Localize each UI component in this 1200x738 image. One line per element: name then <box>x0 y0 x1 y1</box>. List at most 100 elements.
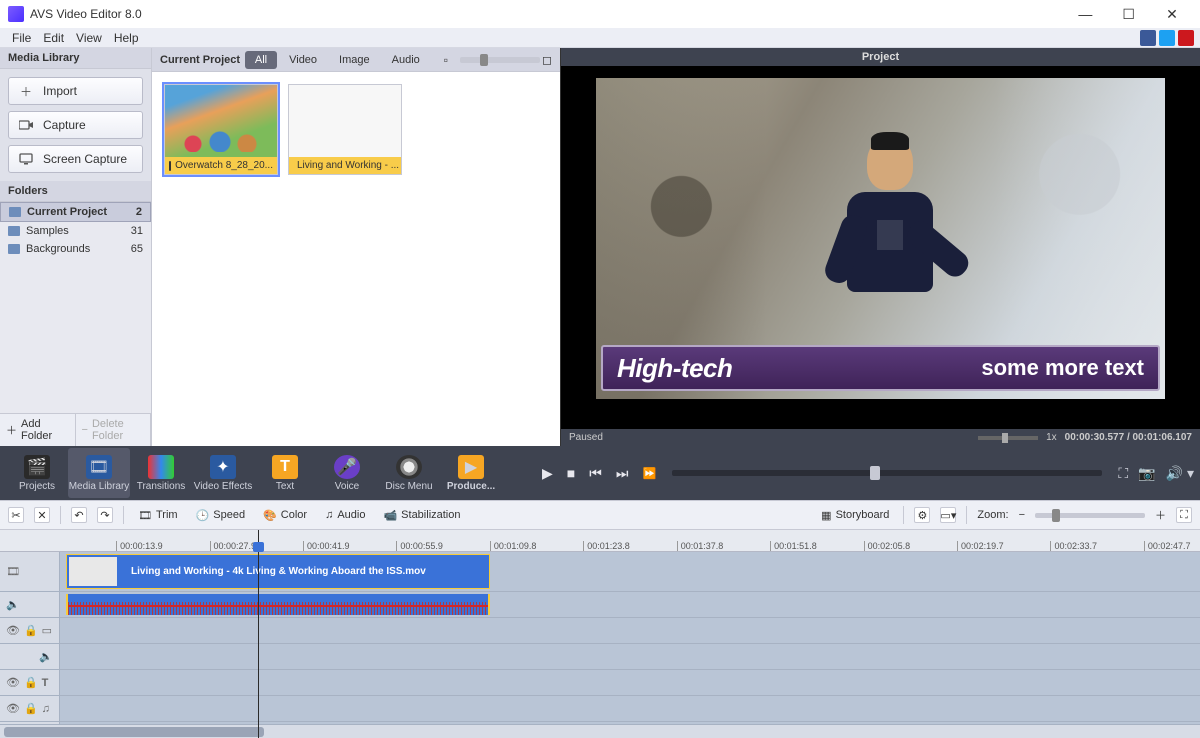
trim-icon: 🎞 <box>138 509 152 522</box>
video-track[interactable]: 🎞 Living and Working - 4k Living & Worki… <box>0 552 1200 592</box>
snapshot-icon[interactable]: 📷 <box>1138 465 1155 482</box>
thumbnail-image <box>165 85 277 157</box>
folder-backgrounds[interactable]: Backgrounds 65 <box>0 240 151 258</box>
stabilization-button[interactable]: 📹Stabilization <box>379 507 464 524</box>
menu-help[interactable]: Help <box>108 31 145 45</box>
ruler-tick: 00:01:09.8 <box>490 541 537 551</box>
menu-view[interactable]: View <box>70 31 108 45</box>
music-track[interactable]: 👁🔒♫ <box>0 696 1200 722</box>
eye-icon[interactable]: 👁 <box>6 676 20 689</box>
media-library-button[interactable]: 🎞Media Library <box>68 448 130 498</box>
ruler-tick: 00:01:23.8 <box>583 541 630 551</box>
play-button[interactable]: ▶ <box>542 465 553 482</box>
zoom-in-icon[interactable]: ＋ <box>1155 507 1166 523</box>
color-button[interactable]: 🎨Color <box>259 507 311 524</box>
folder-samples[interactable]: Samples 31 <box>0 222 151 240</box>
twitter-icon[interactable] <box>1159 30 1175 46</box>
lock-icon[interactable]: 🔒 <box>24 702 38 715</box>
video-effects-button[interactable]: ✦Video Effects <box>192 448 254 498</box>
zoom-slider[interactable] <box>1035 513 1145 518</box>
timeline-scrollbar[interactable] <box>0 724 1200 738</box>
speaker-icon: 🔈 <box>6 598 20 611</box>
overlay-audio-track[interactable]: 🔈 <box>0 644 1200 670</box>
folder-current-project[interactable]: Current Project 2 <box>0 202 151 222</box>
next-button[interactable]: ⏭ <box>616 465 629 482</box>
ruler-tick: 00:00:27.9 <box>210 541 257 551</box>
music-note-icon: ♫ <box>325 509 333 521</box>
projects-button[interactable]: 🎬Projects <box>6 448 68 498</box>
add-folder-button[interactable]: ＋Add Folder <box>0 414 76 446</box>
produce-button[interactable]: ▶Produce... <box>440 448 502 498</box>
trim-button[interactable]: 🎞Trim <box>134 507 182 524</box>
redo-icon[interactable]: ↷ <box>97 507 113 523</box>
tab-image[interactable]: Image <box>329 51 380 69</box>
audio-track-main[interactable]: 🔈 <box>0 592 1200 618</box>
capture-button[interactable]: Capture <box>8 111 143 139</box>
step-button[interactable]: ⏩ <box>642 467 656 480</box>
audio-button[interactable]: ♫Audio <box>321 507 369 523</box>
delete-icon[interactable]: ✕ <box>34 507 50 523</box>
minimize-button[interactable]: — <box>1065 6 1105 22</box>
prev-button[interactable]: ⏮ <box>589 465 602 482</box>
disc-menu-button[interactable]: Disc Menu <box>378 448 440 498</box>
playback-progress[interactable] <box>672 470 1102 476</box>
fullscreen-icon[interactable]: ⛶ <box>1118 465 1128 482</box>
youtube-icon[interactable] <box>1178 30 1194 46</box>
eye-icon[interactable]: 👁 <box>6 624 20 637</box>
text-button[interactable]: TText <box>254 448 316 498</box>
zoom-out-icon[interactable]: − <box>1019 509 1025 521</box>
tab-video[interactable]: Video <box>279 51 327 69</box>
facebook-icon[interactable] <box>1140 30 1156 46</box>
folder-icon <box>8 244 20 254</box>
maximize-button[interactable]: ☐ <box>1109 6 1149 23</box>
ruler-tick: 00:00:13.9 <box>116 541 163 551</box>
voice-button[interactable]: 🎤Voice <box>316 448 378 498</box>
screen-capture-button[interactable]: Screen Capture <box>8 145 143 173</box>
text-icon: T <box>42 677 49 689</box>
preview-video[interactable]: High-tech some more text <box>561 66 1200 429</box>
text-track[interactable]: 👁 🔒 T <box>0 670 1200 696</box>
time-ruler[interactable]: 00:00:13.900:00:27.900:00:41.900:00:55.9… <box>0 530 1200 552</box>
ruler-tick: 00:01:37.8 <box>677 541 724 551</box>
split-icon[interactable]: ✂ <box>8 507 24 523</box>
speed-label: 1x <box>1046 432 1057 443</box>
video-icon <box>169 161 171 171</box>
camera-icon: 📹 <box>383 509 397 522</box>
tab-all[interactable]: All <box>245 51 277 69</box>
zoom-fit-icon[interactable]: ⛶ <box>1176 507 1192 523</box>
menu-edit[interactable]: Edit <box>37 31 70 45</box>
thumbnail-size-slider[interactable] <box>460 57 540 63</box>
delete-folder-button[interactable]: −Delete Folder <box>76 414 152 446</box>
overlay-track[interactable]: 👁🔒▭ <box>0 618 1200 644</box>
filmstrip-icon: 🎞 <box>6 565 20 578</box>
media-library-header: Media Library <box>0 48 151 69</box>
speed-slider[interactable] <box>978 436 1038 440</box>
speed-button[interactable]: 🕒Speed <box>192 507 250 524</box>
time-display: 00:00:30.577 / 00:01:06.107 <box>1065 432 1192 443</box>
stop-button[interactable]: ■ <box>567 465 575 481</box>
playhead[interactable] <box>258 530 259 738</box>
transitions-button[interactable]: Transitions <box>130 448 192 498</box>
import-button[interactable]: ＋ Import <box>8 77 143 105</box>
lock-icon[interactable]: 🔒 <box>24 624 38 637</box>
menu-file[interactable]: File <box>6 31 37 45</box>
ruler-tick: 00:00:55.9 <box>396 541 443 551</box>
volume-icon[interactable]: 🔊 ▾ <box>1166 465 1194 482</box>
lock-icon[interactable]: 🔒 <box>24 676 38 689</box>
thumb-large-icon[interactable]: ◻ <box>542 53 552 67</box>
undo-icon[interactable]: ↶ <box>71 507 87 523</box>
close-button[interactable]: ✕ <box>1152 6 1192 23</box>
thumb-small-icon[interactable]: ▫ <box>444 53 448 67</box>
media-thumb-overwatch[interactable]: Overwatch 8_28_20... <box>164 84 278 175</box>
settings-icon[interactable]: ⚙ <box>914 507 930 523</box>
microphone-icon: 🎤 <box>334 455 360 479</box>
video-clip[interactable]: Living and Working - 4k Living & Working… <box>66 554 490 589</box>
tab-audio[interactable]: Audio <box>382 51 430 69</box>
storyboard-button[interactable]: ▦Storyboard <box>817 507 893 524</box>
display-icon[interactable]: ▭▾ <box>940 507 956 523</box>
eye-icon[interactable]: 👁 <box>6 702 20 715</box>
clock-icon: 🕒 <box>196 509 210 522</box>
media-thumb-iss[interactable]: Living and Working - ... <box>288 84 402 175</box>
lower-third-overlay: High-tech some more text <box>601 345 1160 391</box>
audio-clip[interactable] <box>66 594 490 615</box>
